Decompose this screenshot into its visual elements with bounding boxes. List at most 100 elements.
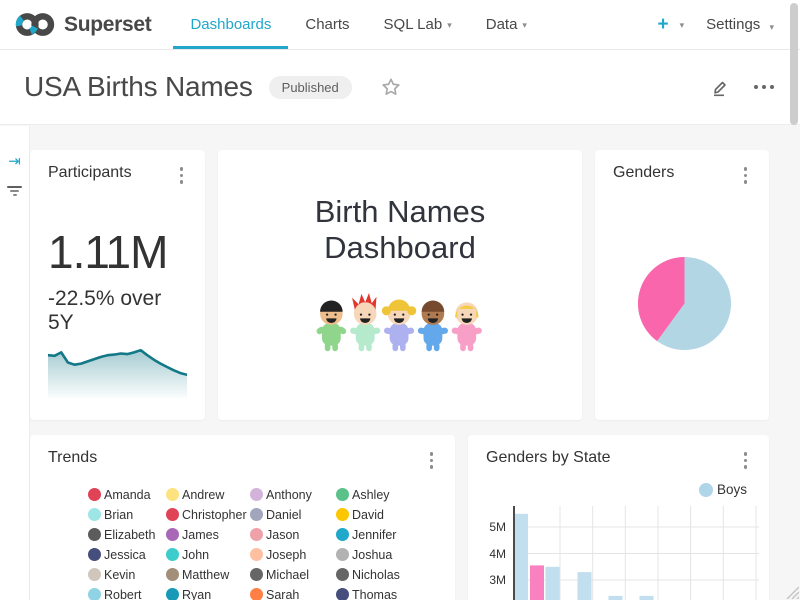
legend-label: Christopher [182, 508, 247, 522]
legend-swatch [336, 568, 349, 581]
y-tick-label: 5M [468, 520, 506, 534]
more-options-icon[interactable] [754, 85, 774, 89]
legend-item-boys[interactable]: Boys [699, 482, 747, 497]
legend-item-andrew[interactable]: Andrew [166, 488, 250, 501]
legend-item-anthony[interactable]: Anthony [250, 488, 336, 501]
legend-swatch [88, 488, 101, 501]
legend-item-ashley[interactable]: Ashley [336, 488, 446, 501]
dashboard-header: USA Births Names Published [0, 50, 800, 125]
top-navbar: Superset Dashboards Charts SQL Lab ▾ Dat… [0, 0, 800, 50]
legend-item-jennifer[interactable]: Jennifer [336, 528, 446, 541]
legend-swatch [88, 528, 101, 541]
legend-label: Nicholas [352, 568, 400, 582]
legend-swatch [336, 528, 349, 541]
legend-label: Kevin [104, 568, 135, 582]
legend-item-joseph[interactable]: Joseph [250, 548, 336, 561]
participants-sparkline-chart[interactable] [48, 338, 187, 398]
card-title: Participants [48, 164, 132, 182]
settings-menu[interactable]: Settings ▾ [706, 16, 774, 33]
kebab-menu-icon[interactable] [176, 164, 188, 187]
legend-swatch [88, 568, 101, 581]
legend-label: Brian [104, 508, 133, 522]
new-item-button[interactable]: + [643, 14, 674, 36]
legend-label: Ryan [182, 588, 211, 600]
legend-item-kevin[interactable]: Kevin [88, 568, 166, 581]
caret-down-icon: ▾ [522, 20, 527, 31]
nav-item-charts[interactable]: Charts [288, 0, 366, 49]
genders-by-state-bar-chart[interactable] [513, 506, 759, 600]
legend-item-robert[interactable]: Robert [88, 588, 166, 600]
legend-item-elizabeth[interactable]: Elizabeth [88, 528, 166, 541]
legend-item-brian[interactable]: Brian [88, 508, 166, 521]
legend-item-james[interactable]: James [166, 528, 250, 541]
legend-item-sarah[interactable]: Sarah [250, 588, 336, 600]
trends-legend: Amanda Andrew Anthony Ashley Brian Chris… [88, 488, 446, 600]
kebab-menu-icon[interactable] [740, 164, 752, 187]
nav-item-sql-lab[interactable]: SQL Lab ▾ [367, 0, 469, 49]
legend-item-michael[interactable]: Michael [250, 568, 336, 581]
status-badge[interactable]: Published [269, 76, 352, 99]
legend-item-amanda[interactable]: Amanda [88, 488, 166, 501]
markdown-heading: Birth Names Dashboard [236, 194, 564, 266]
legend-label: Sarah [266, 588, 299, 600]
legend-swatch [166, 488, 179, 501]
nav-item-dashboards[interactable]: Dashboards [173, 0, 288, 49]
legend-item-joshua[interactable]: Joshua [336, 548, 446, 561]
legend-item-john[interactable]: John [166, 548, 250, 561]
edit-dashboard-icon[interactable] [711, 78, 730, 97]
legend-swatch [88, 588, 101, 600]
legend-item-matthew[interactable]: Matthew [166, 568, 250, 581]
genders-pie-chart[interactable] [636, 255, 733, 352]
nav-item-data[interactable]: Data ▾ [469, 0, 544, 49]
card-title: Genders by State [486, 449, 611, 467]
legend-item-nicholas[interactable]: Nicholas [336, 568, 446, 581]
legend-label: Jason [266, 528, 299, 542]
legend-swatch [336, 488, 349, 501]
kebab-menu-icon[interactable] [740, 449, 752, 472]
legend-item-ryan[interactable]: Ryan [166, 588, 250, 600]
legend-swatch [250, 508, 263, 521]
scrollbar-thumb[interactable] [790, 3, 798, 125]
caret-down-icon[interactable]: ▾ [680, 20, 685, 31]
caret-down-icon: ▾ [447, 20, 452, 31]
card-title: Trends [48, 449, 97, 467]
page-title: USA Births Names [24, 71, 253, 103]
card-participants: Participants 1.11M -22.5% over 5Y [30, 150, 205, 420]
card-genders: Genders [595, 150, 769, 420]
bar-boys [546, 567, 560, 600]
card-trends: Trends Amanda Andrew Anthony Ashley Bria… [30, 435, 455, 600]
brand-name: Superset [64, 13, 151, 37]
resize-corner-handle[interactable] [783, 583, 799, 599]
superset-brand[interactable]: Superset [0, 0, 173, 49]
legend-label: Joseph [266, 548, 306, 562]
expand-filter-bar-icon[interactable]: ⇥ [0, 152, 29, 170]
legend-swatch [166, 588, 179, 600]
legend-item-jessica[interactable]: Jessica [88, 548, 166, 561]
legend-swatch [250, 488, 263, 501]
y-tick-label: 3M [468, 573, 506, 587]
legend-label: Robert [104, 588, 142, 600]
legend-swatch [336, 588, 349, 600]
filter-bar-collapsed: ⇥ [0, 126, 30, 600]
bar-boys [514, 514, 528, 600]
filter-icon[interactable] [7, 186, 23, 196]
legend-label: James [182, 528, 219, 542]
main-nav: Dashboards Charts SQL Lab ▾ Data ▾ [173, 0, 543, 49]
legend-item-daniel[interactable]: Daniel [250, 508, 336, 521]
legend-swatch [336, 508, 349, 521]
legend-item-christopher[interactable]: Christopher [166, 508, 250, 521]
legend-label: Amanda [104, 488, 151, 502]
legend-item-thomas[interactable]: Thomas [336, 588, 446, 600]
legend-item-david[interactable]: David [336, 508, 446, 521]
big-number-value: 1.11M [48, 225, 187, 279]
legend-swatch [250, 588, 263, 600]
legend-swatch [88, 548, 101, 561]
legend-label: Joshua [352, 548, 392, 562]
bar-girls [530, 565, 544, 600]
nav-right-section: + ▾ Settings ▾ [643, 0, 800, 49]
legend-item-jason[interactable]: Jason [250, 528, 336, 541]
kebab-menu-icon[interactable] [426, 449, 438, 472]
favorite-star-icon[interactable] [380, 76, 402, 98]
card-markdown: Birth Names Dashboard [218, 150, 582, 420]
legend-swatch [336, 548, 349, 561]
